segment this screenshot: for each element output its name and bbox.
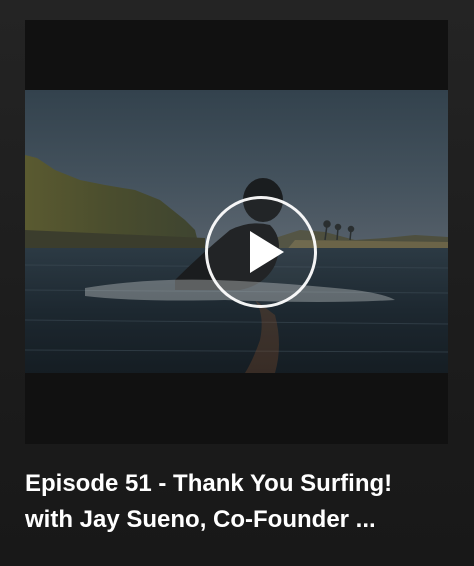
episode-title-line-2: with Jay Sueno, Co-Founder ...	[25, 506, 376, 533]
episode-card[interactable]: Episode 51 - Thank You Surfing! with Jay…	[0, 0, 474, 566]
video-player[interactable]	[25, 20, 448, 444]
episode-title-line-1: Episode 51 - Thank You Surfing!	[25, 470, 393, 497]
play-icon	[250, 231, 284, 273]
episode-title[interactable]: Episode 51 - Thank You Surfing! with Jay…	[25, 466, 455, 538]
play-button[interactable]	[205, 196, 317, 308]
